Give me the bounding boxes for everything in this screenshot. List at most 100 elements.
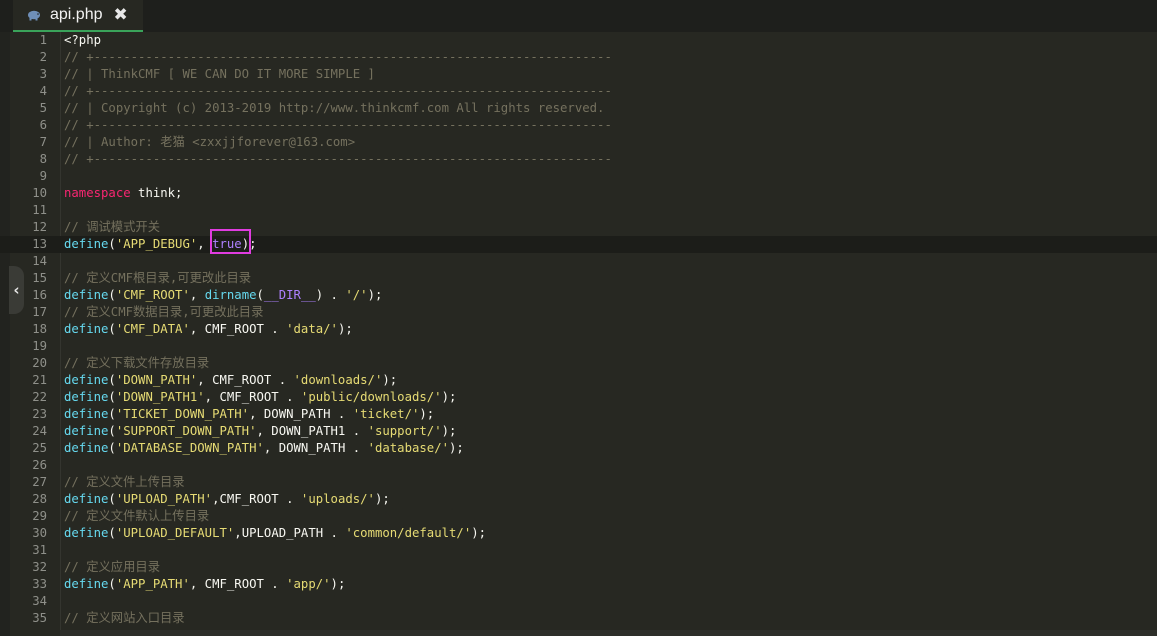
code-text: // 调试模式开关 [64, 219, 160, 236]
code-line[interactable]: 26 [0, 457, 1157, 474]
code-token: dirname [204, 288, 257, 302]
code-line[interactable]: 30 define('UPLOAD_DEFAULT',UPLOAD_PATH . … [0, 525, 1157, 542]
line-number: 33 [32, 577, 47, 591]
code-line[interactable]: 33 define('APP_PATH', CMF_ROOT . 'app/'); [0, 576, 1157, 593]
code-line[interactable]: 32 // 定义应用目录 [0, 559, 1157, 576]
code-token: ); [471, 526, 487, 540]
line-number: 11 [32, 203, 47, 217]
code-line[interactable]: 10 namespace think; [0, 185, 1157, 202]
code-line[interactable]: 17// 定义CMF数据目录,可更改此目录 [0, 304, 1157, 321]
line-number: 31 [32, 543, 47, 557]
code-text: define('TICKET_DOWN_PATH', DOWN_PATH . '… [64, 406, 434, 423]
code-line[interactable]: 1 <?php [0, 32, 1157, 49]
php-elephant-icon [27, 9, 41, 21]
code-token: ,CMF_ROOT . [212, 492, 301, 506]
code-line[interactable]: 20 // 定义下载文件存放目录 [0, 355, 1157, 372]
code-token: 'downloads/' [293, 373, 383, 387]
line-number: 10 [32, 186, 47, 200]
code-line[interactable]: 35 // 定义网站入口目录 [0, 610, 1157, 627]
code-line[interactable]: 6 // +-----------------------------------… [0, 117, 1157, 134]
code-token: 'UPLOAD_PATH' [115, 492, 213, 506]
code-line[interactable]: 2 // +-----------------------------------… [0, 49, 1157, 66]
code-line[interactable]: 28 define('UPLOAD_PATH',CMF_ROOT . 'uploa… [0, 491, 1157, 508]
code-text: // 定义下载文件存放目录 [64, 355, 209, 372]
code-line[interactable]: 7 // | Author: 老猫 <zxxjjforever@163.com> [0, 134, 1157, 151]
line-number: 23 [32, 407, 47, 421]
code-token: define [64, 577, 109, 591]
code-token: 'DOWN_PATH' [115, 373, 198, 387]
code-line[interactable]: 11 [0, 202, 1157, 219]
collapse-panel-button[interactable]: ‹ [9, 266, 24, 314]
code-line[interactable]: 25 define('DATABASE_DOWN_PATH', DOWN_PATH… [0, 440, 1157, 457]
code-line[interactable]: 5 // | Copyright (c) 2013-2019 http://www… [0, 100, 1157, 117]
code-token: 'UPLOAD_DEFAULT' [115, 526, 235, 540]
code-text: define('APP_PATH', CMF_ROOT . 'app/'); [64, 576, 345, 593]
code-token: 'data/' [286, 322, 338, 336]
code-token: __DIR__ [263, 288, 316, 302]
horizontal-scrollbar[interactable] [60, 630, 1157, 636]
code-token: ( [108, 492, 116, 506]
code-line[interactable]: 24 define('SUPPORT_DOWN_PATH', DOWN_PATH1… [0, 423, 1157, 440]
code-text: // +------------------------------------… [64, 117, 612, 134]
code-line[interactable]: 18 define('CMF_DATA', CMF_ROOT . 'data/')… [0, 321, 1157, 338]
close-icon[interactable]: ✖ [114, 5, 128, 25]
tab-title: api.php [50, 6, 103, 23]
line-number: 21 [32, 373, 47, 387]
tab-bar: api.php ✖ [0, 0, 1157, 32]
code-line[interactable]: 3 // | ThinkCMF [ WE CAN DO IT MORE SIMPL… [0, 66, 1157, 83]
code-text: define('DOWN_PATH1', CMF_ROOT . 'public/… [64, 389, 456, 406]
code-token: 'uploads/' [300, 492, 375, 506]
code-token: ( [108, 390, 116, 404]
code-text: // | Author: 老猫 <zxxjjforever@163.com> [64, 134, 355, 151]
code-line[interactable]: 34 [0, 593, 1157, 610]
code-token: ( [256, 288, 264, 302]
code-token: // | Author: 老猫 <zxxjjforever@163.com> [64, 135, 356, 149]
code-token: ( [108, 373, 116, 387]
code-line[interactable]: 13 define('APP_DEBUG', true); [0, 236, 1157, 253]
code-line[interactable]: 22 define('DOWN_PATH1', CMF_ROOT . 'publi… [0, 389, 1157, 406]
code-token: // 定义应用目录 [64, 560, 160, 574]
code-token: 'DOWN_PATH1' [115, 390, 205, 404]
code-text: define('CMF_ROOT', dirname(__DIR__) . '/… [64, 287, 382, 304]
code-token: ) . [315, 288, 346, 302]
highlight-box [210, 229, 251, 254]
code-token: define [64, 424, 109, 438]
line-number: 34 [32, 594, 47, 608]
code-line[interactable]: 21 define('DOWN_PATH', CMF_ROOT . 'downlo… [0, 372, 1157, 389]
code-text: // +------------------------------------… [64, 49, 612, 66]
code-token: 'CMF_ROOT' [115, 288, 190, 302]
code-token: // 定义CMF数据目录,可更改此目录 [64, 305, 264, 319]
code-line[interactable]: 14 [0, 253, 1157, 270]
code-token: ); [441, 390, 457, 404]
code-token: 'app/' [286, 577, 331, 591]
code-line[interactable]: 15// 定义CMF根目录,可更改此目录 [0, 270, 1157, 287]
code-token: // 定义CMF根目录,可更改此目录 [64, 271, 252, 285]
code-token: ( [108, 237, 116, 251]
code-token: ); [419, 407, 435, 421]
code-line[interactable]: 4 // +-----------------------------------… [0, 83, 1157, 100]
tab-api-php[interactable]: api.php ✖ [13, 0, 143, 32]
code-token: ); [382, 373, 398, 387]
code-token: think; [130, 186, 183, 200]
chevron-left-icon: ‹ [13, 281, 20, 299]
code-line[interactable]: 23 define('TICKET_DOWN_PATH', DOWN_PATH .… [0, 406, 1157, 423]
code-line[interactable]: 12 // 调试模式开关 [0, 219, 1157, 236]
code-token: ( [108, 577, 116, 591]
code-token: ( [108, 288, 116, 302]
code-token: , CMF_ROOT . [197, 373, 294, 387]
code-line[interactable]: 31 [0, 542, 1157, 559]
code-editor[interactable]: 1 <?php 2 // +-----------------------------… [0, 32, 1157, 627]
code-token: define [64, 288, 109, 302]
line-number: 19 [32, 339, 47, 353]
code-line[interactable]: 27 // 定义文件上传目录 [0, 474, 1157, 491]
code-token: 'support/' [367, 424, 442, 438]
code-text: // 定义文件默认上传目录 [64, 508, 209, 525]
line-number: 32 [32, 560, 47, 574]
code-line[interactable]: 9 [0, 168, 1157, 185]
code-line[interactable]: 8 // +-----------------------------------… [0, 151, 1157, 168]
code-line[interactable]: 29 // 定义文件默认上传目录 [0, 508, 1157, 525]
code-token: ( [108, 407, 116, 421]
code-line[interactable]: 19 [0, 338, 1157, 355]
code-line[interactable]: 16 define('CMF_ROOT', dirname(__DIR__) . … [0, 287, 1157, 304]
line-number: 29 [32, 509, 47, 523]
